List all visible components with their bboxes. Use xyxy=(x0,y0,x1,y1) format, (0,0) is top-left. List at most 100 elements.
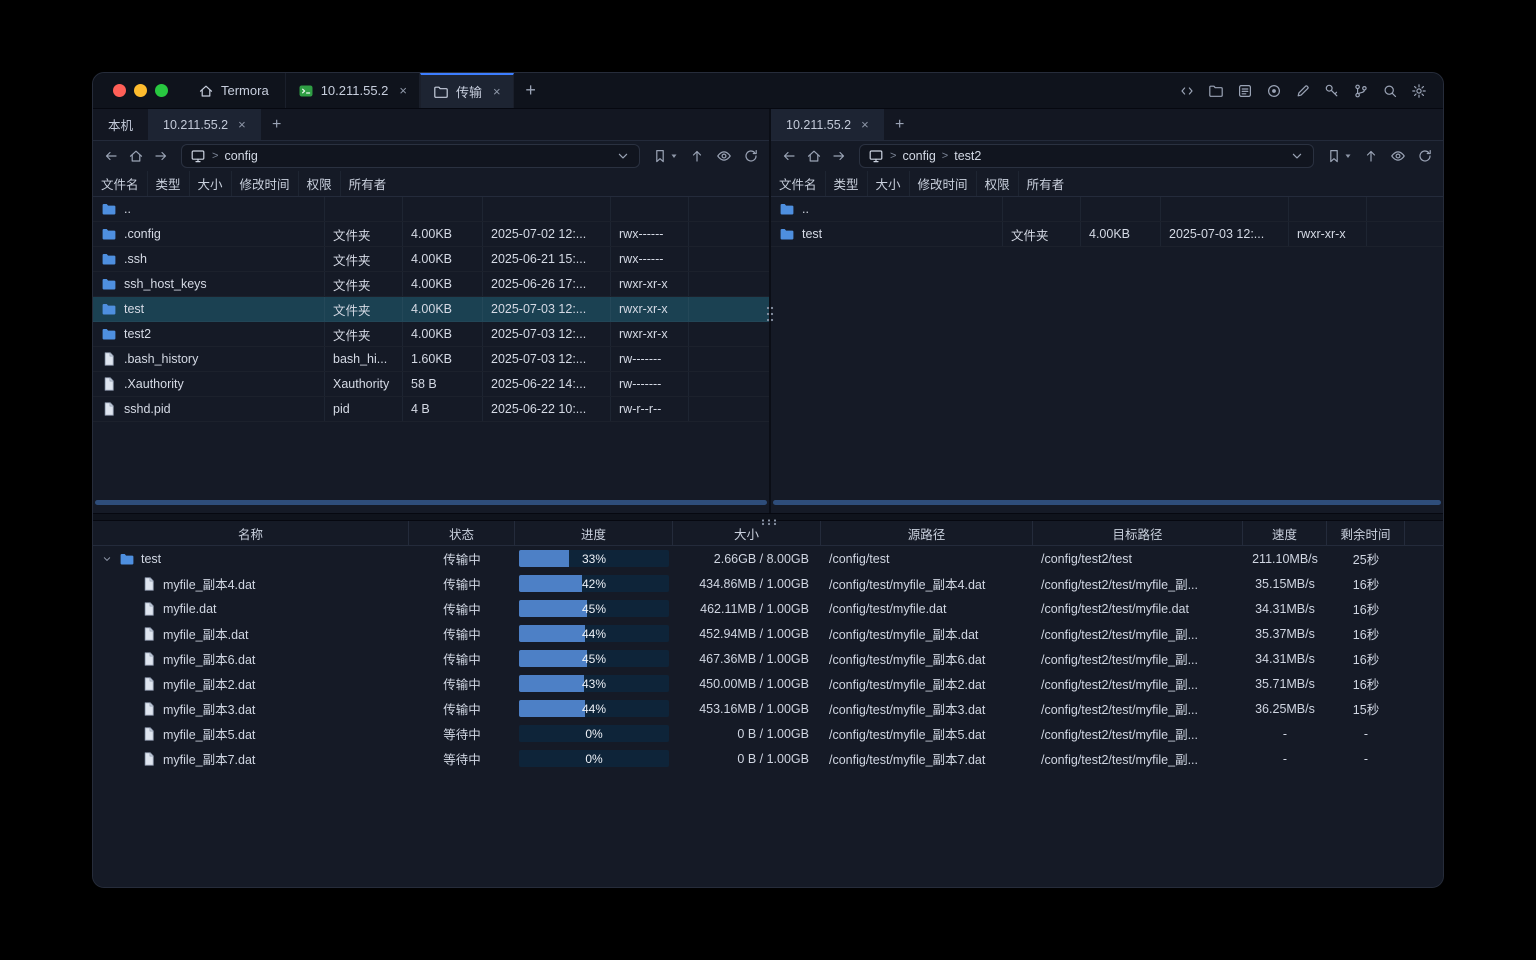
desktop-background: { "glyphs": {"plus": "+", "close": "×"},… xyxy=(0,0,1536,960)
file-name-cell: .. xyxy=(93,197,325,221)
transfer-target-path: /config/test2/test/myfile_副... xyxy=(1033,671,1243,696)
file-row[interactable]: test文件夹4.00KB2025-07-03 12:...rwxr-xr-x xyxy=(93,297,769,322)
search-icon[interactable] xyxy=(1382,83,1398,99)
breadcrumb-segment[interactable]: config xyxy=(902,149,935,163)
show-hidden-button[interactable] xyxy=(716,148,732,164)
column-header: 大小 xyxy=(868,171,910,196)
code-icon[interactable] xyxy=(1179,83,1195,99)
file-name: .. xyxy=(124,202,131,216)
up-directory-button[interactable] xyxy=(1363,148,1379,164)
tab-transfer[interactable]: 传输 × xyxy=(420,73,514,108)
folder-icon[interactable] xyxy=(1208,83,1224,99)
file-type xyxy=(325,197,403,221)
tab-local-files[interactable]: 本机 xyxy=(93,109,148,140)
horizontal-splitter[interactable] xyxy=(93,513,1443,521)
file-mtime xyxy=(1161,197,1289,221)
branch-icon[interactable] xyxy=(1353,83,1369,99)
breadcrumb-segment[interactable]: config xyxy=(224,149,257,163)
chevron-down-icon[interactable] xyxy=(1289,148,1305,164)
transfer-name: test xyxy=(141,552,161,566)
transfer-row[interactable]: myfile_副本6.dat传输中45%467.36MB / 1.00GB/co… xyxy=(93,646,1443,671)
transfer-row[interactable]: myfile_副本4.dat传输中42%434.86MB / 1.00GB/co… xyxy=(93,571,1443,596)
column-header: 修改时间 xyxy=(910,171,977,196)
file-icon xyxy=(101,376,117,392)
tab-remote-host[interactable]: 10.211.55.2 × xyxy=(771,109,884,140)
folder-icon xyxy=(101,251,117,267)
minimize-window-button[interactable] xyxy=(134,84,147,97)
column-header: 源路径 xyxy=(821,521,1033,545)
home-button[interactable] xyxy=(128,148,144,164)
close-tab-icon[interactable]: × xyxy=(861,118,869,131)
refresh-button[interactable] xyxy=(743,148,759,164)
path-bar[interactable]: >config xyxy=(181,144,640,168)
chevron-down-icon[interactable] xyxy=(615,148,631,164)
file-row[interactable]: sshd.pidpid4 B2025-06-22 10:...rw-r--r-- xyxy=(93,397,769,422)
back-button[interactable] xyxy=(103,148,119,164)
file-owner xyxy=(689,247,769,271)
app-home-tab[interactable]: Termora xyxy=(182,73,285,108)
tab-ssh-host[interactable]: 10.211.55.2 × xyxy=(285,73,420,108)
folder-icon xyxy=(101,276,117,292)
file-row[interactable]: test文件夹4.00KB2025-07-03 12:...rwxr-xr-x xyxy=(771,222,1443,247)
file-row[interactable]: test2文件夹4.00KB2025-07-03 12:...rwxr-xr-x xyxy=(93,322,769,347)
forward-button[interactable] xyxy=(831,148,847,164)
transfer-source-path: /config/test/myfile.dat xyxy=(821,596,1033,621)
file-row[interactable]: .ssh文件夹4.00KB2025-06-21 15:...rwx------ xyxy=(93,247,769,272)
transfer-row[interactable]: myfile.dat传输中45%462.11MB / 1.00GB/config… xyxy=(93,596,1443,621)
transfer-row[interactable]: myfile_副本7.dat等待中0%0 B / 1.00GB/config/t… xyxy=(93,746,1443,771)
transfer-source-path: /config/test/myfile_副本5.dat xyxy=(821,721,1033,746)
edit-icon[interactable] xyxy=(1295,83,1311,99)
file-row[interactable]: .XauthorityXauthority58 B2025-06-22 14:.… xyxy=(93,372,769,397)
file-row[interactable]: .. xyxy=(93,197,769,222)
forward-button[interactable] xyxy=(153,148,169,164)
close-tab-icon[interactable]: × xyxy=(493,85,501,98)
transfer-row[interactable]: myfile_副本2.dat传输中43%450.00MB / 1.00GB/co… xyxy=(93,671,1443,696)
path-bar[interactable]: >config>test2 xyxy=(859,144,1314,168)
transfer-row[interactable]: myfile_副本3.dat传输中44%453.16MB / 1.00GB/co… xyxy=(93,696,1443,721)
folder-icon xyxy=(779,226,795,242)
transfer-name: myfile.dat xyxy=(163,602,217,616)
transfer-progress-cell: 44% xyxy=(515,621,673,646)
horizontal-scrollbar[interactable] xyxy=(773,500,1441,505)
transfer-row[interactable]: myfile_副本.dat传输中44%452.94MB / 1.00GB/con… xyxy=(93,621,1443,646)
tab-remote-host[interactable]: 10.211.55.2 × xyxy=(148,109,261,140)
close-window-button[interactable] xyxy=(113,84,126,97)
record-icon[interactable] xyxy=(1266,83,1282,99)
new-panel-tab-button[interactable]: + xyxy=(261,109,293,140)
file-row[interactable]: .. xyxy=(771,197,1443,222)
up-directory-button[interactable] xyxy=(689,148,705,164)
breadcrumb-segment[interactable]: test2 xyxy=(954,149,981,163)
transfer-progress-cell: 42% xyxy=(515,571,673,596)
transfer-row[interactable]: myfile_副本5.dat等待中0%0 B / 1.00GB/config/t… xyxy=(93,721,1443,746)
new-tab-button[interactable]: + xyxy=(514,73,548,108)
back-button[interactable] xyxy=(781,148,797,164)
settings-icon[interactable] xyxy=(1411,83,1427,99)
horizontal-scrollbar[interactable] xyxy=(95,500,767,505)
transfer-size: 452.94MB / 1.00GB xyxy=(673,621,821,646)
bookmark-button[interactable] xyxy=(652,148,678,164)
zoom-window-button[interactable] xyxy=(155,84,168,97)
close-tab-icon[interactable]: × xyxy=(238,118,246,131)
transfer-progress-cell: 33% xyxy=(515,546,673,571)
refresh-button[interactable] xyxy=(1417,148,1433,164)
close-tab-icon[interactable]: × xyxy=(399,84,407,97)
transfer-speed: 34.31MB/s xyxy=(1243,596,1327,621)
transfer-progress-cell: 45% xyxy=(515,646,673,671)
list-icon[interactable] xyxy=(1237,83,1253,99)
transfer-row[interactable]: test传输中33%2.66GB / 8.00GB/config/test/co… xyxy=(93,546,1443,571)
show-hidden-button[interactable] xyxy=(1390,148,1406,164)
collapse-icon[interactable] xyxy=(101,553,113,565)
column-header: 类型 xyxy=(826,171,868,196)
bookmark-button[interactable] xyxy=(1326,148,1352,164)
home-button[interactable] xyxy=(806,148,822,164)
progress-fill xyxy=(519,575,582,592)
file-row[interactable]: ssh_host_keys文件夹4.00KB2025-06-26 17:...r… xyxy=(93,272,769,297)
transfer-source-path: /config/test/myfile_副本.dat xyxy=(821,621,1033,646)
file-row[interactable]: .bash_historybash_hi...1.60KB2025-07-03 … xyxy=(93,347,769,372)
folder-icon xyxy=(101,226,117,242)
file-row[interactable]: .config文件夹4.00KB2025-07-02 12:...rwx----… xyxy=(93,222,769,247)
app-title: Termora xyxy=(221,83,269,98)
key-icon[interactable] xyxy=(1324,83,1340,99)
transfer-size: 462.11MB / 1.00GB xyxy=(673,596,821,621)
new-panel-tab-button[interactable]: + xyxy=(884,109,916,140)
